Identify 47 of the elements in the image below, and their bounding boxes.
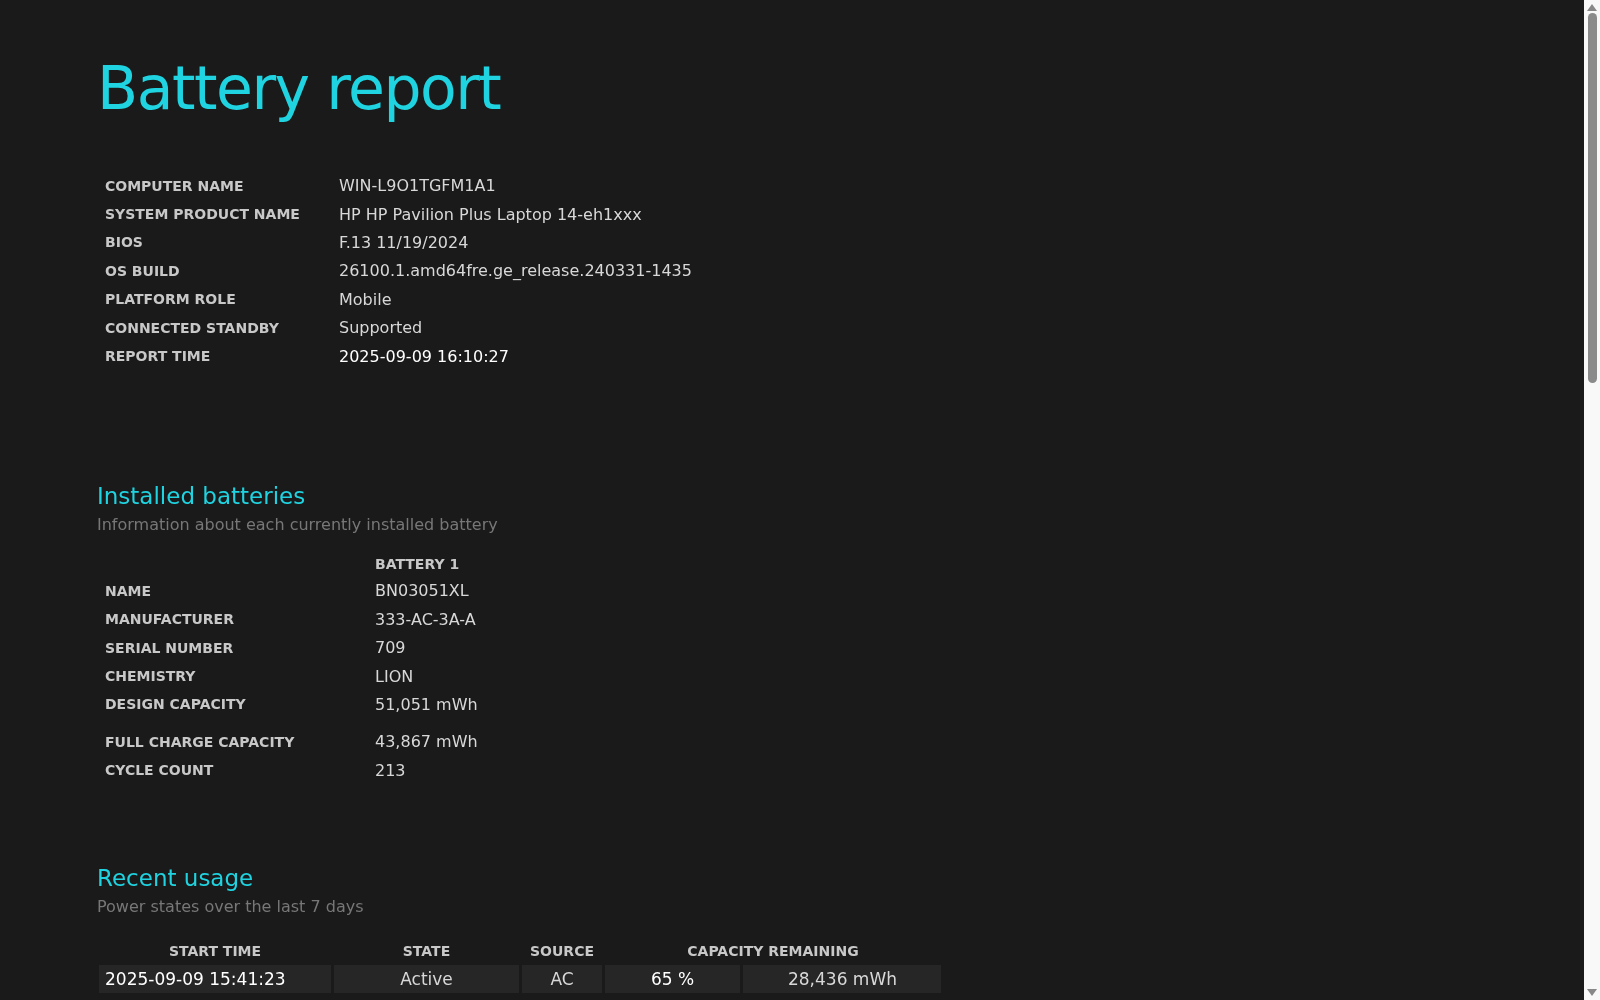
info-value: 26100.1.amd64fre.ge_release.240331-1435 xyxy=(339,260,692,283)
section-heading: Recent usage xyxy=(97,863,254,893)
info-label: BIOS xyxy=(105,233,144,253)
battery-label: DESIGN CAPACITY xyxy=(105,695,247,715)
battery-value: 213 xyxy=(375,759,406,782)
table-cell: 2025-09-09 15:41:23 xyxy=(99,965,331,994)
report-title: Battery report xyxy=(97,52,501,125)
info-value: WIN-L9O1TGFM1A1 xyxy=(339,175,496,198)
battery-label: SERIAL NUMBER xyxy=(105,638,235,658)
battery-value: 333-AC-3A-A xyxy=(375,608,476,631)
column-header: SOURCE xyxy=(529,941,595,961)
info-label: SYSTEM PRODUCT NAME xyxy=(105,205,301,225)
battery-value: 43,867 mWh xyxy=(375,731,478,754)
table-cell: AC xyxy=(522,965,602,994)
column-header: BATTERY 1 xyxy=(375,554,460,574)
scroll-up-icon[interactable] xyxy=(1587,4,1597,11)
battery-label: FULL CHARGE CAPACITY xyxy=(105,732,296,752)
scrollbar[interactable] xyxy=(1584,0,1600,1000)
table-cell: 28,436 mWh xyxy=(743,965,941,994)
info-label: REPORT TIME xyxy=(105,347,212,367)
column-header: CAPACITY REMAINING xyxy=(686,941,860,961)
section-heading: Installed batteries xyxy=(97,481,306,511)
battery-label: CHEMISTRY xyxy=(105,667,197,687)
battery-value: 709 xyxy=(375,637,406,660)
info-label: PLATFORM ROLE xyxy=(105,290,237,310)
info-label: CONNECTED STANDBY xyxy=(105,318,280,338)
info-value: HP HP Pavilion Plus Laptop 14-eh1xxx xyxy=(339,203,642,226)
battery-label: MANUFACTURER xyxy=(105,610,235,630)
info-value: Mobile xyxy=(339,288,392,311)
table-cell: 65 % xyxy=(605,965,740,994)
info-value: 2025-09-09 16:10:27 xyxy=(339,345,509,368)
info-label: OS BUILD xyxy=(105,261,181,281)
column-header: STATE xyxy=(401,941,452,961)
battery-value: BN03051XL xyxy=(375,580,469,603)
info-label: COMPUTER NAME xyxy=(105,176,245,196)
section-subtitle: Power states over the last 7 days xyxy=(97,896,364,919)
info-value: F.13 11/19/2024 xyxy=(339,231,469,254)
scroll-down-icon[interactable] xyxy=(1587,989,1597,996)
column-header: START TIME xyxy=(167,941,263,961)
scrollbar-thumb[interactable] xyxy=(1587,13,1597,383)
battery-label: CYCLE COUNT xyxy=(105,761,215,781)
battery-value: LION xyxy=(375,665,414,688)
info-value: Supported xyxy=(339,317,423,340)
table-cell: Active xyxy=(334,965,519,994)
battery-label: NAME xyxy=(105,581,153,601)
section-subtitle: Information about each currently installed battery xyxy=(97,514,498,537)
battery-value: 51,051 mWh xyxy=(375,694,478,716)
